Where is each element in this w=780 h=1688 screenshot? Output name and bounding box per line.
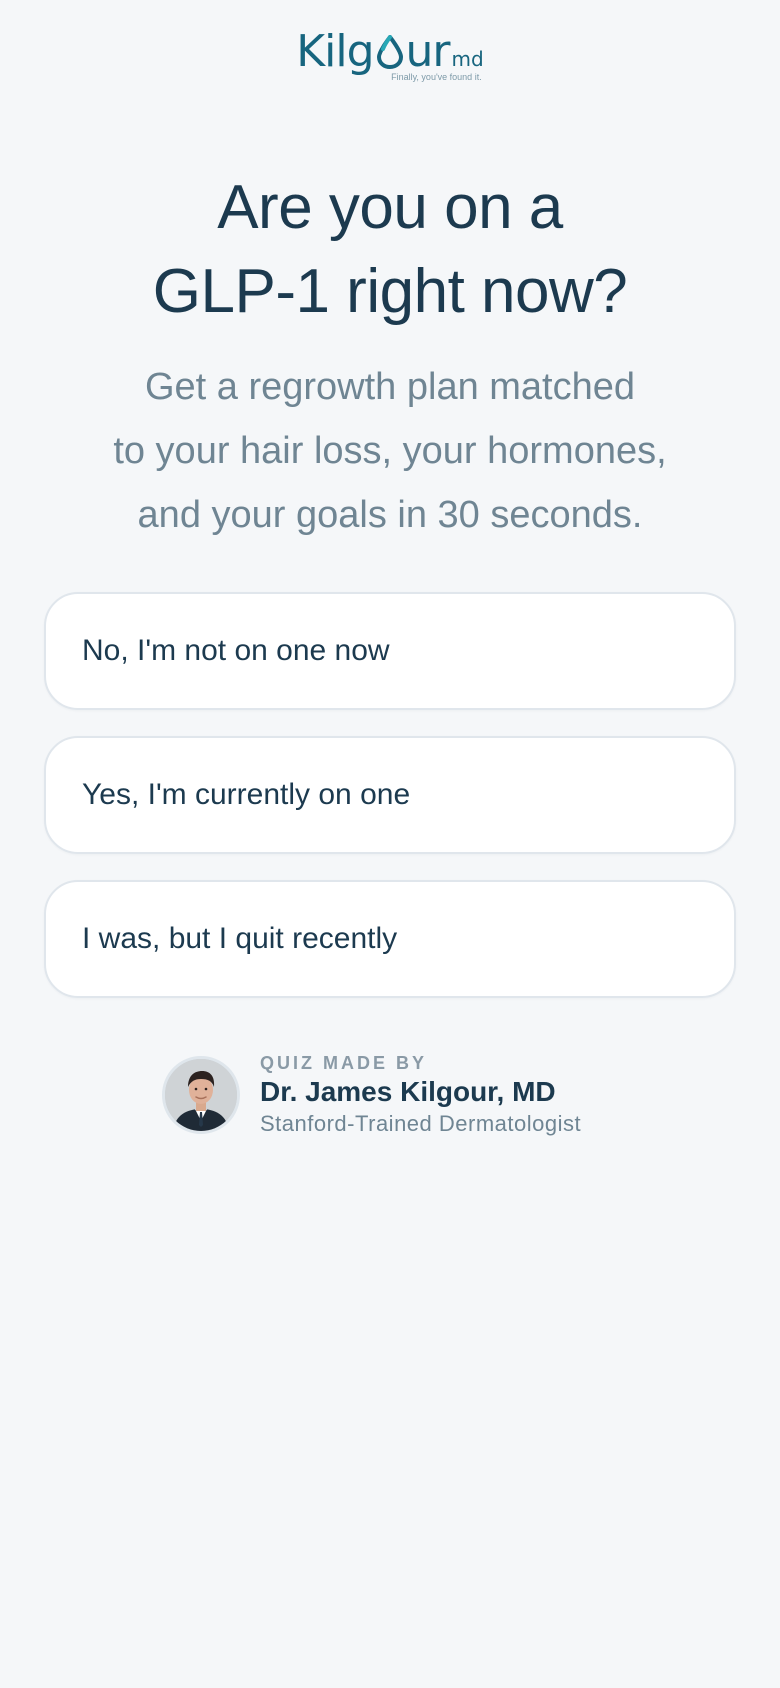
answer-options: No, I'm not on one now Yes, I'm currentl…: [44, 592, 736, 1024]
option-quit-recently[interactable]: I was, but I quit recently: [44, 880, 736, 998]
headline-line-2: GLP-1 right now?: [152, 257, 628, 326]
author-name: Dr. James Kilgour, MD: [260, 1076, 556, 1107]
option-label: No, I'm not on one now: [82, 634, 390, 667]
headline-line-1: Are you on a: [217, 173, 563, 242]
subhead-line-2: to your hair loss, your hormones,: [113, 430, 667, 472]
avatar: [162, 1056, 240, 1134]
logo-text-end: ur: [405, 26, 451, 77]
subhead-line-3: and your goals in 30 seconds.: [137, 494, 643, 536]
author-details: QUIZ MADE BY Dr. James Kilgour, MD Stanf…: [260, 1052, 581, 1138]
quiz-page: Kilg ur md Finally, you've found it. Are y…: [0, 0, 780, 1688]
option-label: Yes, I'm currently on one: [82, 778, 411, 811]
option-not-on-glp1[interactable]: No, I'm not on one now: [44, 592, 736, 710]
doctor-portrait-icon: [165, 1059, 237, 1131]
subhead-line-1: Get a regrowth plan matched: [144, 366, 636, 408]
logo-wordmark: Kilg ur: [296, 30, 450, 74]
quiz-author: QUIZ MADE BY Dr. James Kilgour, MD Stanf…: [162, 1052, 581, 1138]
logo-tagline: Finally, you've found it.: [391, 72, 482, 82]
logo-lockup: Kilg ur md Finally, you've found it.: [296, 30, 483, 86]
question-headline: Are you on a GLP-1 right now?: [0, 166, 780, 334]
author-title: Stanford-Trained Dermatologist: [260, 1111, 582, 1136]
logo-text-start: Kilg: [296, 26, 374, 77]
brand-logo: Kilg ur md Finally, you've found it.: [0, 30, 780, 86]
option-currently-on-glp1[interactable]: Yes, I'm currently on one: [44, 736, 736, 854]
question-subhead: Get a regrowth plan matched to your hair…: [60, 355, 720, 547]
author-eyebrow: QUIZ MADE BY: [260, 1053, 428, 1073]
option-label: I was, but I quit recently: [82, 922, 398, 955]
drop-letter-icon: [376, 33, 403, 70]
logo-suffix: md: [451, 47, 484, 71]
